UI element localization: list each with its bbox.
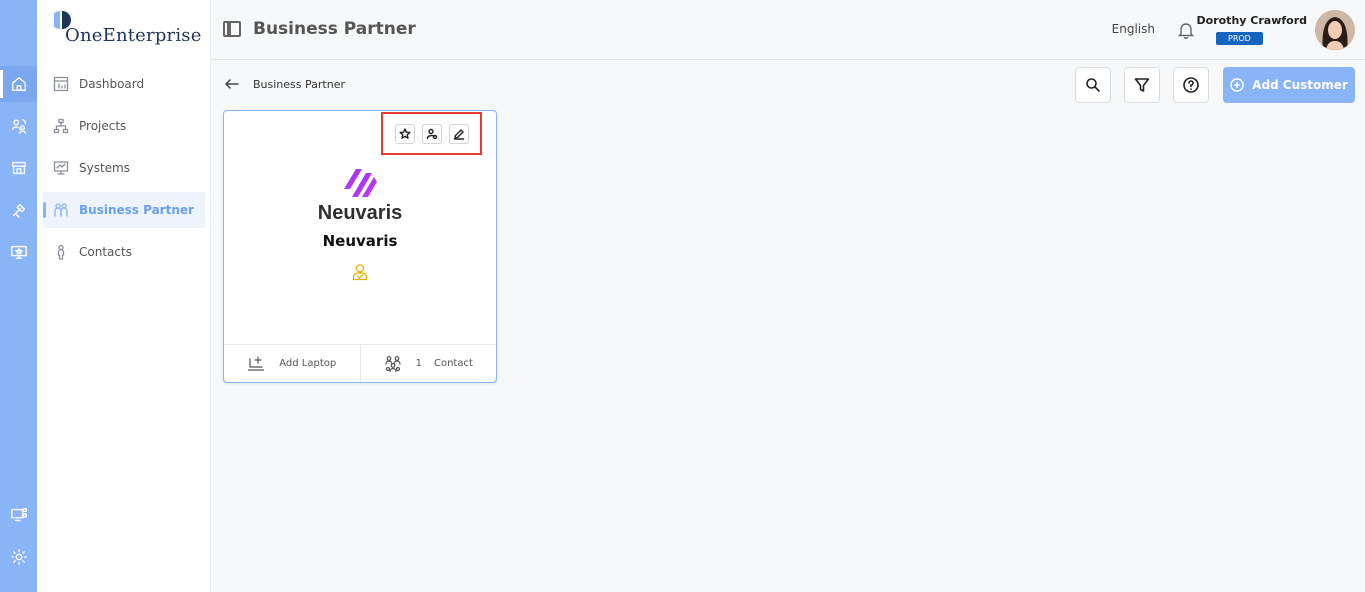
- sidebar-item-systems[interactable]: Systems: [43, 150, 205, 186]
- sidebar-item-label: Dashboard: [79, 77, 145, 91]
- partner-name: Neuvaris: [322, 232, 398, 250]
- sidebar-item-label: Business Partner: [79, 203, 194, 217]
- card-footer: Add Laptop 1 Contact: [224, 344, 496, 382]
- user-settings-icon: [426, 128, 437, 139]
- notifications-button[interactable]: [1177, 21, 1195, 40]
- icon-rail: [0, 0, 37, 592]
- add-laptop-button[interactable]: Add Laptop: [224, 345, 360, 382]
- people-sync-icon: [11, 119, 26, 134]
- assign-contact-button[interactable]: [421, 123, 442, 144]
- breadcrumb[interactable]: Business Partner: [253, 78, 345, 91]
- back-button[interactable]: [224, 76, 240, 92]
- sidebar-item-label: Projects: [79, 119, 127, 133]
- owner-status: [351, 263, 369, 281]
- sidebar-item-label: Systems: [79, 161, 130, 175]
- rail-store-button[interactable]: [0, 150, 37, 186]
- avatar[interactable]: [1315, 10, 1355, 50]
- partner-logo-wordmark: Neuvaris: [317, 202, 403, 224]
- hierarchy-icon: [53, 118, 69, 134]
- person-icon: [57, 244, 65, 260]
- tools-icon: [12, 203, 25, 218]
- arrow-left-icon: [224, 79, 239, 89]
- partner-logo-icon: [344, 169, 377, 197]
- app-name: OneEnterprise: [65, 25, 202, 46]
- sidebar-item-contacts[interactable]: Contacts: [43, 234, 205, 270]
- rail-tools-button[interactable]: [0, 192, 37, 228]
- plus-circle-icon: [1230, 78, 1244, 92]
- add-customer-label: Add Customer: [1252, 78, 1348, 92]
- bell-icon: [1177, 23, 1195, 40]
- help-button[interactable]: [1173, 67, 1209, 103]
- sidebar-item-label: Contacts: [79, 245, 132, 259]
- filter-button[interactable]: [1124, 67, 1160, 103]
- environment-badge: PROD: [1216, 32, 1263, 45]
- partner-icon: [54, 203, 68, 217]
- sidebar: OneEnterprise Dashboard Projects Systems…: [37, 0, 211, 592]
- store-icon: [11, 161, 26, 175]
- search-icon: [1086, 78, 1100, 92]
- group-icon: [385, 355, 401, 372]
- top-header: Business Partner English Dorothy Crawfor…: [211, 0, 1365, 60]
- contact-label: Contact: [433, 358, 473, 369]
- favorite-button[interactable]: [394, 123, 415, 144]
- contact-count: 1: [415, 358, 422, 369]
- qr-monitor-icon: [10, 508, 27, 522]
- home-icon: [11, 77, 26, 91]
- user-photo-icon: [1315, 10, 1355, 50]
- pencil-icon: [453, 128, 464, 140]
- search-button[interactable]: [1075, 67, 1111, 103]
- partner-card[interactable]: Neuvaris Neuvaris Add Laptop 1 Contact: [223, 110, 497, 383]
- monitor-star-icon: [10, 245, 27, 259]
- rail-qr-button[interactable]: [0, 497, 37, 533]
- rail-partners-button[interactable]: [0, 108, 37, 144]
- page-title: Business Partner: [253, 19, 416, 39]
- sidebar-item-dashboard[interactable]: Dashboard: [43, 66, 205, 102]
- star-icon: [399, 127, 410, 139]
- add-laptop-label: Add Laptop: [279, 358, 337, 369]
- add-customer-button[interactable]: Add Customer: [1223, 67, 1355, 103]
- app-logo[interactable]: OneEnterprise: [53, 8, 202, 48]
- rail-home-button[interactable]: [0, 66, 37, 102]
- language-selector[interactable]: English: [1112, 22, 1155, 36]
- user-name: Dorothy Crawford: [1196, 14, 1307, 27]
- contacts-link[interactable]: 1 Contact: [359, 345, 497, 382]
- sidebar-item-projects[interactable]: Projects: [43, 108, 205, 144]
- filter-icon: [1134, 78, 1150, 92]
- gear-icon: [10, 549, 27, 565]
- logo-mark-icon: [54, 11, 71, 29]
- rail-monitor-button[interactable]: [0, 234, 37, 270]
- edit-button[interactable]: [448, 123, 469, 144]
- systems-icon: [53, 161, 69, 175]
- sidebar-item-business-partner[interactable]: Business Partner: [43, 192, 205, 228]
- help-icon: [1183, 77, 1199, 93]
- dashboard-icon: [53, 76, 69, 92]
- card-actions-highlight: [381, 112, 482, 155]
- sidebar-toggle-icon[interactable]: [223, 21, 241, 37]
- user-check-icon: [352, 264, 368, 281]
- rail-settings-button[interactable]: [0, 539, 37, 575]
- laptop-plus-icon: [248, 355, 265, 371]
